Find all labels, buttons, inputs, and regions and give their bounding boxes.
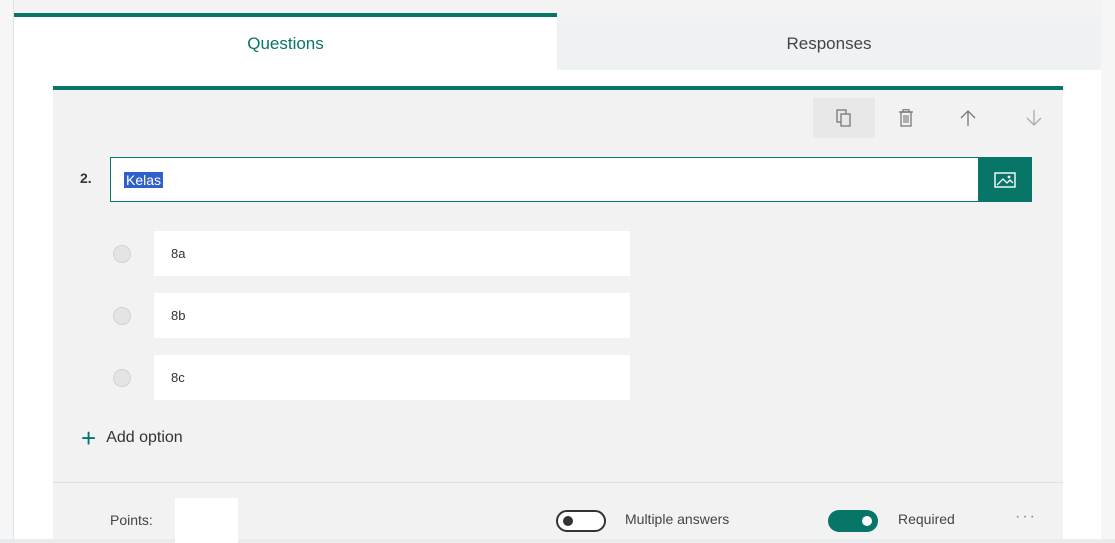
option-label: 8b <box>171 308 186 323</box>
question-number: 2. <box>80 170 92 186</box>
add-option-button[interactable]: + Add option <box>81 423 183 453</box>
required-label: Required <box>898 511 955 527</box>
insert-image-button[interactable] <box>978 157 1032 202</box>
arrow-up-icon <box>960 110 976 126</box>
right-edge <box>1101 0 1115 539</box>
trash-icon <box>899 109 913 127</box>
copy-icon <box>836 109 851 127</box>
move-down-button[interactable] <box>1003 98 1065 138</box>
option-label: 8a <box>171 246 186 261</box>
option-label: 8c <box>171 370 185 385</box>
forms-editor: Questions Responses 2. Kelas 8a 8b 8c + … <box>0 0 1115 543</box>
multiple-answers-toggle[interactable] <box>556 510 606 532</box>
tab-questions-label: Questions <box>247 33 324 53</box>
tab-responses[interactable]: Responses <box>557 17 1101 70</box>
points-input[interactable] <box>175 498 238 543</box>
toggle-knob <box>862 516 872 526</box>
option-radio[interactable] <box>113 245 131 263</box>
points-label: Points: <box>110 512 153 528</box>
footer-divider <box>53 482 1063 483</box>
copy-question-button[interactable] <box>813 98 875 138</box>
option-input[interactable]: 8c <box>154 355 630 400</box>
required-toggle[interactable] <box>828 510 878 532</box>
question-toolbar <box>813 98 1063 138</box>
question-title-input[interactable]: Kelas <box>110 157 1032 202</box>
toggle-knob <box>563 516 573 526</box>
arrow-down-icon <box>1026 110 1042 126</box>
option-row: 8c <box>113 355 693 400</box>
more-options-icon[interactable]: ··· <box>1015 508 1037 526</box>
option-input[interactable]: 8b <box>154 293 630 338</box>
tab-questions[interactable]: Questions <box>14 13 557 70</box>
option-input[interactable]: 8a <box>154 231 630 276</box>
question-card: 2. Kelas 8a 8b 8c + Add option Points: M… <box>53 86 1063 543</box>
question-title-text: Kelas <box>124 171 164 188</box>
move-up-button[interactable] <box>937 98 999 138</box>
option-row: 8b <box>113 293 693 338</box>
add-option-label: Add option <box>106 429 183 446</box>
tab-responses-label: Responses <box>786 33 872 53</box>
left-edge <box>0 0 14 539</box>
plus-icon: + <box>81 423 97 453</box>
option-radio[interactable] <box>113 307 131 325</box>
multiple-answers-label: Multiple answers <box>625 511 730 527</box>
image-icon <box>994 171 1016 188</box>
option-radio[interactable] <box>113 369 131 387</box>
delete-question-button[interactable] <box>875 98 937 138</box>
option-row: 8a <box>113 231 693 276</box>
